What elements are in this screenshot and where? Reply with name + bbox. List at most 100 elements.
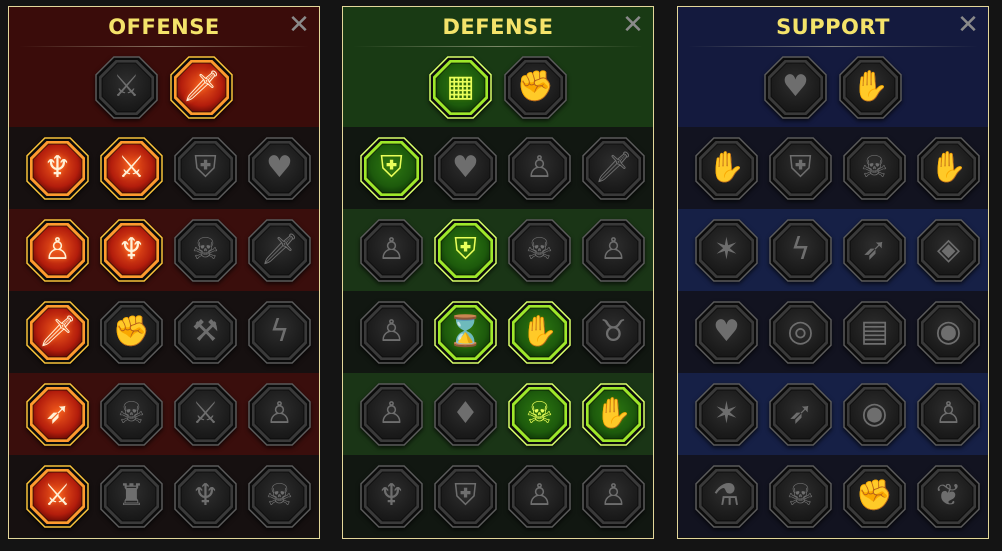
winged-shield-skill-node[interactable]: ⛨ <box>434 464 497 528</box>
grabbing-hand-skill-node[interactable]: ✋ <box>582 382 645 446</box>
muscle-flex-skill-node[interactable]: ♙ <box>582 464 645 528</box>
broken-blade-skill-node[interactable]: 🗡 <box>582 136 645 200</box>
axe-strike-skill-node[interactable]: ⚒ <box>174 300 237 364</box>
offense-row-2: ♙ ♆ ☠ 🗡 <box>9 209 319 291</box>
heart-plus-skill-node[interactable]: ♥ <box>764 55 827 119</box>
reaper-scythe-icon: 🗡 <box>260 232 299 267</box>
compass-star-icon: ✶ <box>713 396 740 431</box>
support-row-3: ♥ ◎ ▤ ◉ <box>678 291 988 373</box>
sword-orbit-skill-node[interactable]: ⚔ <box>174 382 237 446</box>
crowd-figures-skill-node[interactable]: ♙ <box>360 300 423 364</box>
arrow-barrage-skill-node[interactable]: ➶ <box>26 382 89 446</box>
eagle-head-icon: ❦ <box>935 478 962 513</box>
praying-hands-skill-node[interactable]: ✋ <box>695 136 758 200</box>
armor-plates-skill-node[interactable]: ▦ <box>429 55 492 119</box>
skull-strike-skill-node[interactable]: ☠ <box>174 218 237 282</box>
bleeding-heart-icon: ♥ <box>266 150 293 185</box>
slashing-blade-skill-node[interactable]: 🗡 <box>170 55 233 119</box>
sparkling-sword-skill-node[interactable]: ⚔ <box>26 464 89 528</box>
shadow-double-skill-node[interactable]: ◈ <box>917 218 980 282</box>
shield-crack-skill-node[interactable]: ⛨ <box>174 136 237 200</box>
raging-warrior-skill-node[interactable]: ♙ <box>248 382 311 446</box>
chevron-shield-skill-node[interactable]: ⛨ <box>360 136 423 200</box>
compass-star-skill-node[interactable]: ✶ <box>695 382 758 446</box>
swift-boot-icon: ➶ <box>787 396 814 431</box>
heart-plus-icon: ♥ <box>782 69 809 104</box>
radiant-skull-skill-node[interactable]: ☠ <box>508 382 571 446</box>
chained-heart-icon: ♥ <box>713 314 740 349</box>
wild-beast-skill-node[interactable]: ♆ <box>360 464 423 528</box>
offense-header: OFFENSE ✕ <box>9 7 319 47</box>
smoke-skull-skill-node[interactable]: ☠ <box>843 136 906 200</box>
defense-close-icon[interactable]: ✕ <box>621 12 645 38</box>
mouse-skull-skill-node[interactable]: ☠ <box>100 382 163 446</box>
defense-row-5: ♆ ⛨ ♙ ♙ <box>343 455 653 537</box>
fanged-maw-skill-node[interactable]: ♆ <box>100 218 163 282</box>
comet-orb-icon: ◎ <box>787 314 814 349</box>
skull-heart-icon: ☠ <box>526 232 553 267</box>
horned-skull-skill-node[interactable]: ☠ <box>769 464 832 528</box>
support-row-5: ⚗ ☠ ✊ ❦ <box>678 455 988 537</box>
stone-heart-skill-node[interactable]: ♥ <box>434 136 497 200</box>
defense-title: DEFENSE <box>442 15 554 39</box>
offense-close-icon[interactable]: ✕ <box>287 12 311 38</box>
lightning-bolt-icon: ϟ <box>790 232 811 267</box>
hooded-guardian-skill-node[interactable]: ♙ <box>582 218 645 282</box>
radiant-skull-icon: ☠ <box>526 396 553 431</box>
offense-title: OFFENSE <box>108 15 220 39</box>
dodging-figure-skill-node[interactable]: ♙ <box>360 218 423 282</box>
offense-row-5: ⚔ ♜ ♆ ☠ <box>9 455 319 537</box>
angry-eyes-skill-node[interactable]: ◉ <box>917 300 980 364</box>
juggler-figure-skill-node[interactable]: ♙ <box>917 382 980 446</box>
zigzag-arrows-skill-node[interactable]: ➶ <box>843 218 906 282</box>
swift-boot-skill-node[interactable]: ➶ <box>769 382 832 446</box>
triple-drops-skill-node[interactable]: ♦ <box>434 382 497 446</box>
skull-strike-icon: ☠ <box>192 232 219 267</box>
crossed-swords-skill-node[interactable]: ⚔ <box>95 55 158 119</box>
skull-heart-skill-node[interactable]: ☠ <box>508 218 571 282</box>
shield-aura-icon: ⛨ <box>789 150 812 185</box>
dripping-dagger-skill-node[interactable]: 🗡 <box>26 300 89 364</box>
spiral-hand-skill-node[interactable]: ✋ <box>839 55 902 119</box>
eagle-head-skill-node[interactable]: ❦ <box>917 464 980 528</box>
all-seeing-eye-skill-node[interactable]: ◉ <box>843 382 906 446</box>
rising-fist-skill-node[interactable]: ✊ <box>843 464 906 528</box>
arrow-barrage-icon: ➶ <box>44 396 71 431</box>
hourglass-burst-skill-node[interactable]: ⌛ <box>434 300 497 364</box>
chained-heart-skill-node[interactable]: ♥ <box>695 300 758 364</box>
bull-head-skill-node[interactable]: ♉ <box>582 300 645 364</box>
all-seeing-eye-icon: ◉ <box>861 396 888 431</box>
open-book-skill-node[interactable]: ▤ <box>843 300 906 364</box>
sparkle-figure-skill-node[interactable]: ✶ <box>695 218 758 282</box>
horned-skull-icon: ☠ <box>787 478 814 513</box>
flaming-sword-skill-node[interactable]: ⚔ <box>100 136 163 200</box>
armored-body-skill-node[interactable]: ♙ <box>508 136 571 200</box>
shield-aura-skill-node[interactable]: ⛨ <box>769 136 832 200</box>
dashing-runner-skill-node[interactable]: ♙ <box>360 382 423 446</box>
pierced-figure-skill-node[interactable]: ♙ <box>26 218 89 282</box>
wild-beast-icon: ♆ <box>378 478 405 513</box>
potion-flask-skill-node[interactable]: ⚗ <box>695 464 758 528</box>
flame-hand-skill-node[interactable]: ✋ <box>508 300 571 364</box>
fist-hammer-skill-node[interactable]: ✊ <box>100 300 163 364</box>
support-close-icon[interactable]: ✕ <box>956 12 980 38</box>
bearded-head-skill-node[interactable]: ♙ <box>508 464 571 528</box>
horned-demon-skill-node[interactable]: ♆ <box>26 136 89 200</box>
bleeding-heart-skill-node[interactable]: ♥ <box>248 136 311 200</box>
shield-knight-skill-node[interactable]: ⛨ <box>434 218 497 282</box>
armored-body-icon: ♙ <box>526 150 553 185</box>
defense-row-1: ⛨ ♥ ♙ 🗡 <box>343 127 653 209</box>
lightning-chain-skill-node[interactable]: ϟ <box>248 300 311 364</box>
crowned-skull-skill-node[interactable]: ☠ <box>248 464 311 528</box>
demon-beast-skill-node[interactable]: ♆ <box>174 464 237 528</box>
triple-drops-icon: ♦ <box>452 396 479 431</box>
knight-helm-skill-node[interactable]: ♜ <box>100 464 163 528</box>
raised-fist-skill-node[interactable]: ✊ <box>504 55 567 119</box>
comet-orb-skill-node[interactable]: ◎ <box>769 300 832 364</box>
reaper-scythe-skill-node[interactable]: 🗡 <box>248 218 311 282</box>
flame-hand-icon: ✋ <box>520 314 559 349</box>
offense-row-4: ➶ ☠ ⚔ ♙ <box>9 373 319 455</box>
spiral-hand-icon: ✋ <box>851 69 890 104</box>
hand-stream-skill-node[interactable]: ✋ <box>917 136 980 200</box>
lightning-bolt-skill-node[interactable]: ϟ <box>769 218 832 282</box>
